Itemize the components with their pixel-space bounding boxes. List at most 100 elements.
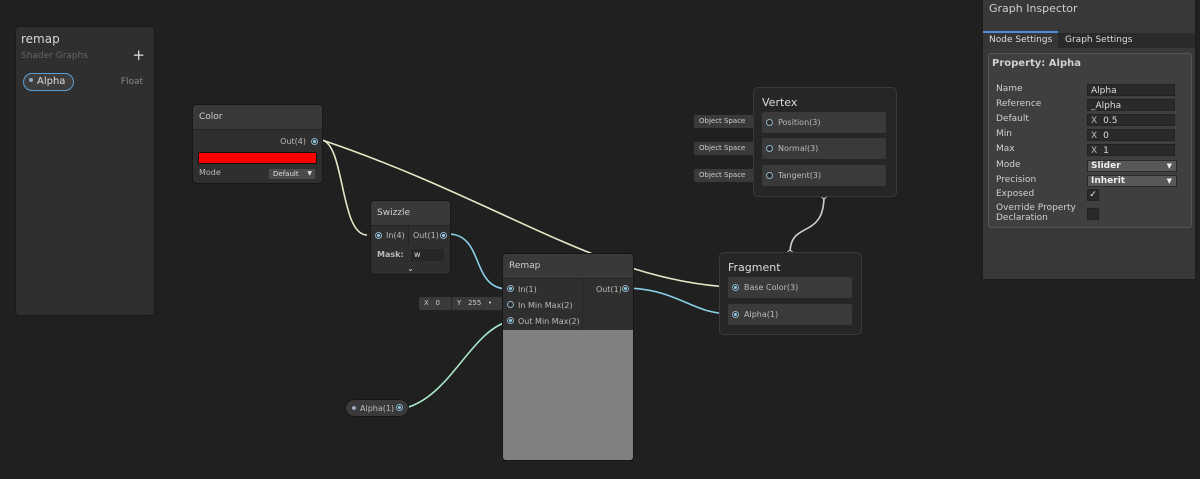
swizzle-input-label: In(4) xyxy=(386,231,405,240)
color-output-label: Out(4) xyxy=(280,137,306,146)
mask-label: Mask: xyxy=(377,250,404,259)
wire-swizzle-to-remap xyxy=(447,233,509,290)
x-label: X xyxy=(1091,146,1098,156)
alpha-label: Alpha(1) xyxy=(744,310,779,319)
mode-value: Slider xyxy=(1091,161,1121,171)
remap-in-min-max-port[interactable] xyxy=(507,301,514,308)
name-label: Name xyxy=(996,84,1023,94)
reference-field[interactable]: _Alpha xyxy=(1087,99,1175,111)
base-color-label: Base Color(3) xyxy=(744,283,799,292)
wire-remap-to-fragment xyxy=(626,287,731,315)
y-label: Y xyxy=(457,299,462,307)
space-label: Object Space xyxy=(699,171,746,179)
color-output-port[interactable] xyxy=(311,138,318,145)
fragment-context[interactable]: Fragment Base Color(3) Alpha(1) xyxy=(720,253,861,334)
vertex-slot-position[interactable]: Position(3) xyxy=(762,112,886,133)
wire-vertex-to-fragment xyxy=(789,195,825,254)
mode-dropdown[interactable]: Default ▼ xyxy=(269,169,315,179)
mode-dropdown[interactable]: Slider ▼ xyxy=(1087,160,1177,172)
min-value: 0 xyxy=(1103,131,1109,141)
exposed-checkbox[interactable]: ✓ xyxy=(1087,189,1099,201)
precision-dropdown[interactable]: Inherit ▼ xyxy=(1087,175,1177,187)
alpha-property-node[interactable]: Alpha(1) xyxy=(346,400,408,416)
tab-node-settings[interactable]: Node Settings xyxy=(983,31,1059,48)
swizzle-output-label: Out(1) xyxy=(413,231,439,240)
normal-label: Normal(3) xyxy=(778,144,819,153)
fragment-slot-alpha[interactable]: Alpha(1) xyxy=(728,304,852,325)
x-value: 0 xyxy=(435,299,440,307)
position-port[interactable] xyxy=(766,119,773,126)
chevron-down-icon: ▼ xyxy=(1166,162,1172,170)
tangent-port[interactable] xyxy=(766,172,773,179)
property-panel: Property: Alpha Name Alpha Reference _Al… xyxy=(988,53,1192,228)
default-label: Default xyxy=(996,114,1029,124)
position-space-box[interactable]: Object Space xyxy=(694,115,757,128)
alpha-output-port[interactable] xyxy=(396,404,403,411)
fragment-slot-base-color[interactable]: Base Color(3) xyxy=(728,277,852,298)
x-label: X xyxy=(1091,116,1098,126)
max-label: Max xyxy=(996,144,1015,154)
blackboard-title: remap xyxy=(21,32,60,46)
override-declaration-checkbox[interactable] xyxy=(1087,208,1099,220)
inspector-tabs: Node Settings Graph Settings xyxy=(983,31,1195,48)
wire-alpha-to-remap xyxy=(400,320,511,410)
alpha-port[interactable] xyxy=(732,311,739,318)
exposed-label: Exposed xyxy=(996,189,1035,199)
property-type: Float xyxy=(120,77,143,87)
tangent-label: Tangent(3) xyxy=(778,171,822,180)
blackboard-property-alpha[interactable]: Alpha xyxy=(23,73,74,91)
normal-space-box[interactable]: Object Space xyxy=(694,142,757,155)
mode-label: Mode xyxy=(996,160,1021,170)
mode-label: Mode xyxy=(199,168,221,177)
chevron-down-icon[interactable]: ⌄ xyxy=(371,264,450,274)
remap-node[interactable]: Remap In(1) In Min Max(2) Out Min Max(2)… xyxy=(503,254,633,460)
swizzle-node[interactable]: Swizzle In(4) Out(1) Mask: w ⌄ xyxy=(371,201,450,274)
remap-out-port[interactable] xyxy=(622,285,629,292)
vertex-title: Vertex xyxy=(762,96,798,109)
blackboard-panel: remap Shader Graphs + Alpha Float xyxy=(16,27,154,315)
min-field[interactable]: X0 xyxy=(1087,129,1175,141)
normal-port[interactable] xyxy=(766,145,773,152)
property-name: Alpha xyxy=(37,76,66,87)
property-title: Property: Alpha xyxy=(992,58,1081,69)
precision-value: Inherit xyxy=(1091,176,1126,186)
base-color-port[interactable] xyxy=(732,284,739,291)
property-dot-icon xyxy=(29,78,33,82)
tab-graph-settings[interactable]: Graph Settings xyxy=(1059,33,1138,48)
mask-input[interactable]: w xyxy=(411,249,444,261)
color-node[interactable]: Color Out(4) Mode Default ▼ xyxy=(193,105,322,183)
remap-divider xyxy=(582,278,583,330)
alpha-node-label: Alpha(1) xyxy=(360,404,395,413)
override-declaration-label: Override Property Declaration xyxy=(996,203,1076,223)
remap-out-label: Out(1) xyxy=(596,285,622,294)
remap-in-port[interactable] xyxy=(507,285,514,292)
add-property-button[interactable]: + xyxy=(132,46,145,64)
name-field[interactable]: Alpha xyxy=(1087,84,1175,96)
default-field[interactable]: X 0.5 xyxy=(1087,114,1175,126)
vertex-slot-normal[interactable]: Normal(3) xyxy=(762,138,886,159)
x-label: X xyxy=(1091,131,1098,141)
min-label: Min xyxy=(996,129,1012,139)
blackboard-subtitle: Shader Graphs xyxy=(21,51,89,61)
remap-x-field[interactable]: X 0 xyxy=(419,297,454,310)
vertex-context[interactable]: Vertex Position(3) Normal(3) Tangent(3) xyxy=(754,88,896,196)
swizzle-output-port[interactable] xyxy=(440,232,447,239)
space-label: Object Space xyxy=(699,144,746,152)
remap-y-field[interactable]: Y 255 • xyxy=(452,297,502,310)
vertex-slot-tangent[interactable]: Tangent(3) xyxy=(762,165,886,186)
chevron-down-icon: ▼ xyxy=(1166,177,1172,185)
remap-in-label: In(1) xyxy=(518,285,537,294)
max-value: 1 xyxy=(1103,146,1109,156)
remap-node-title: Remap xyxy=(503,254,633,279)
max-field[interactable]: X1 xyxy=(1087,144,1175,156)
mode-value: Default xyxy=(273,170,299,178)
swizzle-input-port[interactable] xyxy=(375,232,382,239)
position-label: Position(3) xyxy=(778,118,821,127)
y-value: 255 xyxy=(467,299,482,307)
color-swatch[interactable] xyxy=(198,152,317,164)
remap-out-min-max-port[interactable] xyxy=(507,317,514,324)
default-value: 0.5 xyxy=(1103,116,1118,126)
color-node-title: Color xyxy=(193,105,322,130)
x-label: X xyxy=(424,299,429,307)
tangent-space-box[interactable]: Object Space xyxy=(694,169,757,182)
